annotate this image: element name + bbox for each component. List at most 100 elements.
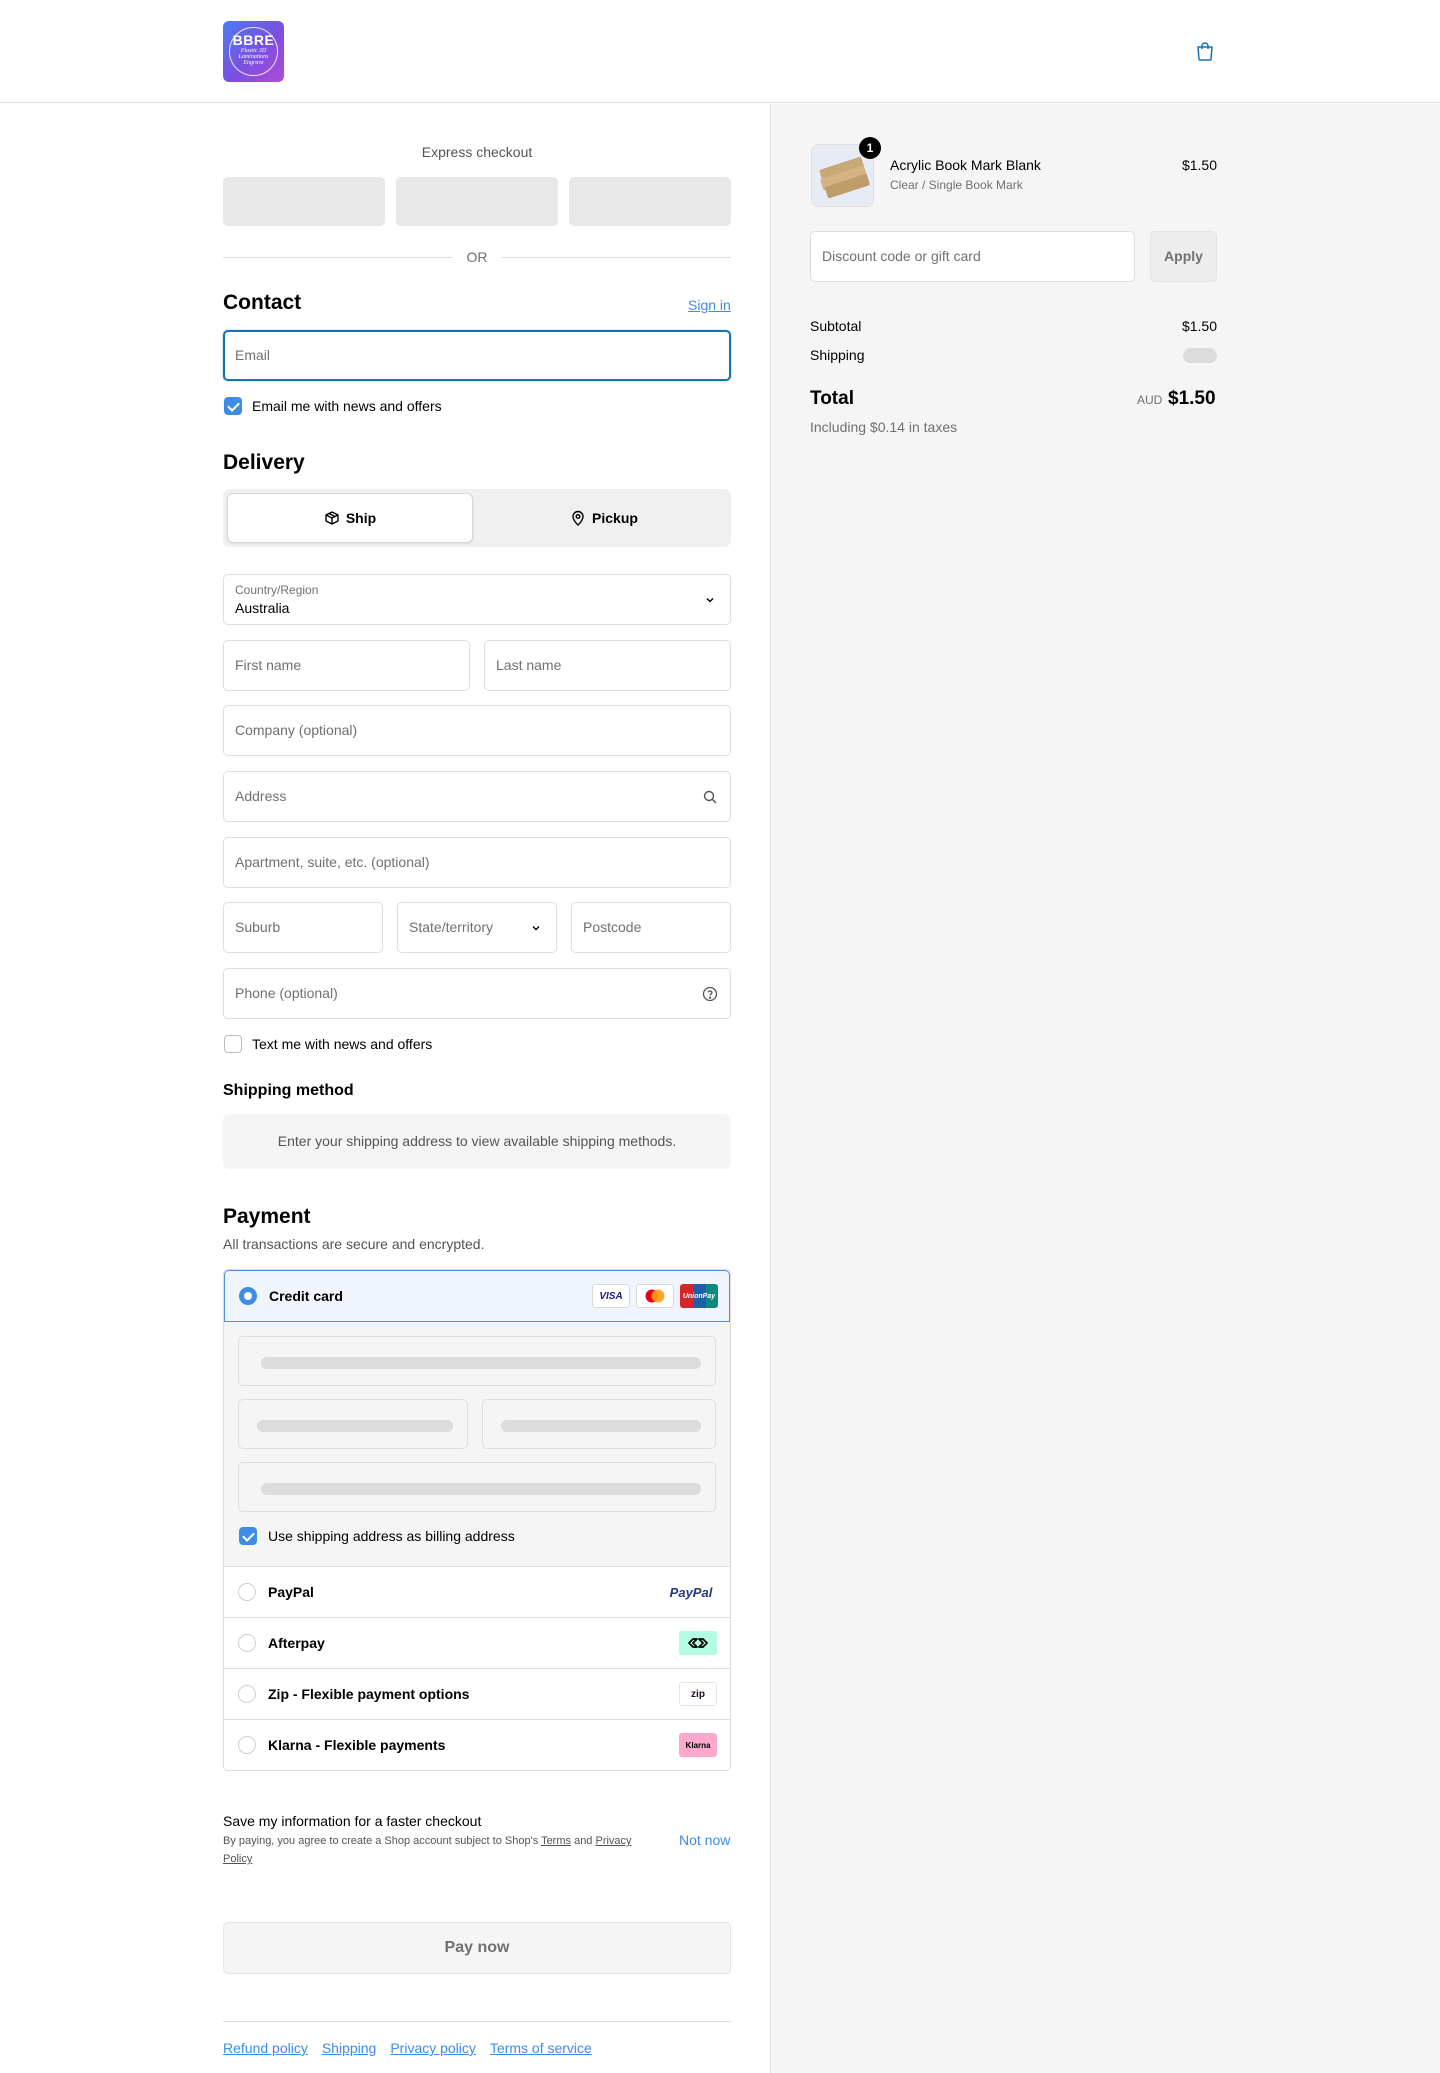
express-checkout-title: Express checkout: [421, 144, 533, 160]
tax-note: Including $0.14 in taxes: [810, 419, 958, 435]
tab-ship[interactable]: Ship: [227, 493, 473, 543]
footer-divider: [223, 2021, 731, 2022]
terms-of-service-link[interactable]: Terms of service: [490, 2040, 592, 2056]
quantity-badge: 1: [859, 137, 881, 159]
klarna-radio[interactable]: [238, 1736, 256, 1754]
apartment-field[interactable]: Apartment, suite, etc. (optional): [223, 837, 731, 888]
payment-option-afterpay[interactable]: Afterpay: [224, 1618, 730, 1669]
shopping-bag-icon[interactable]: [1194, 40, 1216, 62]
email-news-label: Email me with news and offers: [252, 398, 442, 414]
express-button-2[interactable]: [396, 177, 558, 226]
privacy-policy-link[interactable]: Privacy policy: [390, 2040, 476, 2056]
suburb-field[interactable]: Suburb: [223, 902, 383, 953]
email-field[interactable]: Email: [223, 330, 731, 381]
search-icon: [703, 790, 717, 804]
box-icon: [325, 511, 339, 525]
tab-pickup[interactable]: Pickup: [481, 493, 727, 543]
divider-right: [502, 257, 731, 258]
or-divider-label: OR: [466, 249, 488, 265]
billing-same-label: Use shipping address as billing address: [268, 1528, 515, 1544]
payment-option-paypal[interactable]: PayPal PayPal: [224, 1567, 730, 1618]
phone-field[interactable]: Phone (optional): [223, 968, 731, 1019]
zip-brand-text: zip: [691, 1688, 705, 1700]
klarna-logo-icon: Klarna: [679, 1733, 717, 1757]
apply-discount-button[interactable]: Apply: [1150, 231, 1217, 282]
country-value: Australia: [235, 600, 290, 616]
help-circle-icon[interactable]: [702, 986, 718, 1002]
unionpay-brand-text: UnionPay: [682, 1292, 716, 1300]
postcode-field[interactable]: Postcode: [571, 902, 731, 953]
country-label: Country/Region: [235, 583, 319, 597]
paypal-logo-icon: PayPal: [665, 1580, 717, 1604]
shipping-label: Shipping: [810, 347, 865, 363]
country-select[interactable]: Country/Region Australia: [223, 574, 731, 625]
total-currency: AUD: [1137, 393, 1163, 407]
sign-in-link[interactable]: Sign in: [688, 297, 731, 313]
express-button-1[interactable]: [223, 177, 385, 226]
shipping-policy-link[interactable]: Shipping: [322, 2040, 377, 2056]
apartment-placeholder: Apartment, suite, etc. (optional): [235, 854, 430, 870]
logo-subtext: Plastic 3D Laminations Engrave: [238, 47, 269, 66]
save-info-desc-prefix: By paying, you agree to create a Shop ac…: [223, 1835, 542, 1847]
state-select[interactable]: State/territory: [397, 902, 557, 953]
last-name-placeholder: Last name: [496, 657, 562, 673]
phone-placeholder: Phone (optional): [235, 985, 338, 1001]
paypal-radio[interactable]: [238, 1583, 256, 1601]
mastercard-icon: [636, 1284, 674, 1308]
refund-policy-link[interactable]: Refund policy: [223, 2040, 308, 2056]
payment-option-klarna[interactable]: Klarna - Flexible payments Klarna: [224, 1720, 730, 1770]
payment-option-credit-card[interactable]: Credit card VISA UnionPay: [224, 1270, 730, 1322]
product-price: $1.50: [1181, 157, 1217, 173]
first-name-field[interactable]: First name: [223, 640, 470, 691]
order-summary-panel: [770, 104, 1440, 2073]
text-news-checkbox[interactable]: [224, 1035, 242, 1053]
name-on-card-field[interactable]: [238, 1462, 716, 1512]
tab-pickup-label: Pickup: [592, 510, 638, 526]
unionpay-icon: UnionPay: [680, 1284, 718, 1308]
divider-left: [223, 257, 452, 258]
suburb-placeholder: Suburb: [235, 919, 281, 935]
postcode-placeholder: Postcode: [583, 919, 642, 935]
paypal-label: PayPal: [268, 1584, 314, 1600]
delivery-title: Delivery: [223, 451, 305, 474]
credit-card-form: Use shipping address as billing address: [224, 1322, 730, 1567]
discount-code-input[interactable]: Discount code or gift card: [810, 231, 1135, 282]
billing-same-checkbox[interactable]: [239, 1527, 257, 1545]
discount-placeholder: Discount code or gift card: [822, 248, 981, 264]
chevron-down-icon: [532, 926, 540, 931]
email-news-checkbox[interactable]: [224, 397, 242, 415]
save-info-title: Save my information for a faster checkou…: [223, 1813, 482, 1829]
text-news-label: Text me with news and offers: [252, 1036, 433, 1052]
delivery-method-tabs: Ship Pickup: [223, 489, 731, 547]
company-placeholder: Company (optional): [235, 722, 358, 738]
email-placeholder: Email: [235, 347, 271, 363]
chevron-down-icon: [706, 598, 714, 603]
last-name-field[interactable]: Last name: [484, 640, 731, 691]
shipping-method-title: Shipping method: [223, 1082, 354, 1099]
card-number-field[interactable]: [238, 1336, 716, 1386]
shop-terms-link[interactable]: Terms: [541, 1835, 571, 1847]
credit-card-label: Credit card: [269, 1288, 343, 1304]
express-button-3[interactable]: [569, 177, 731, 226]
credit-card-radio[interactable]: [239, 1287, 257, 1305]
payment-option-zip[interactable]: Zip - Flexible payment options zip: [224, 1669, 730, 1720]
payment-methods: Credit card VISA UnionPay Use shipping a…: [223, 1269, 731, 1771]
afterpay-radio[interactable]: [238, 1634, 256, 1652]
payment-title: Payment: [223, 1205, 311, 1228]
total-label: Total: [810, 388, 854, 409]
product-name: Acrylic Book Mark Blank: [890, 157, 1041, 173]
address-field[interactable]: Address: [223, 771, 731, 822]
zip-radio[interactable]: [238, 1685, 256, 1703]
contact-title: Contact: [223, 291, 302, 314]
not-now-button[interactable]: Not now: [679, 1832, 730, 1848]
visa-icon: VISA: [592, 1284, 630, 1308]
company-field[interactable]: Company (optional): [223, 705, 731, 756]
paypal-brand-text: PayPal: [669, 1584, 713, 1600]
store-logo[interactable]: BBRE Plastic 3D Laminations Engrave: [223, 21, 284, 82]
payment-subtitle: All transactions are secure and encrypte…: [223, 1236, 485, 1252]
save-info-description: By paying, you agree to create a Shop ac…: [223, 1832, 643, 1868]
security-code-field[interactable]: [482, 1399, 716, 1449]
pay-now-button[interactable]: Pay now: [223, 1922, 731, 1974]
footer-links: Refund policy Shipping Privacy policy Terms…: [223, 2040, 606, 2056]
expiry-field[interactable]: [238, 1399, 468, 1449]
